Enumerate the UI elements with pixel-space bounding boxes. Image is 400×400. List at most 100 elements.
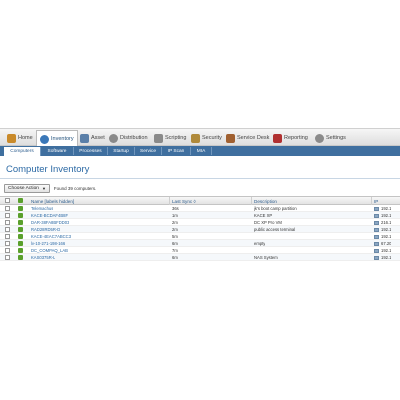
nav-label: Settings — [326, 135, 346, 141]
computer-icon — [18, 234, 23, 239]
row-checkbox[interactable] — [5, 248, 10, 253]
table-row[interactable]: KAS0375R-L 6m NAS System 192.1 — [0, 254, 400, 261]
network-icon — [374, 206, 379, 211]
table-row[interactable]: KACE-4EAC7ABCC3 5m 192.1 — [0, 233, 400, 240]
nav-asset[interactable]: Asset — [77, 130, 108, 146]
computer-icon — [18, 255, 23, 260]
network-icon — [374, 255, 379, 260]
row-checkbox[interactable] — [5, 227, 10, 232]
page-title: Computer Inventory — [6, 164, 90, 175]
description: jk's boot camp partition — [254, 206, 297, 211]
reporting-icon — [273, 133, 282, 143]
action-bar: Choose Action ▼ Found 39 computers. — [4, 184, 96, 193]
computer-header-icon — [18, 198, 23, 203]
ip-address: 192.1 — [381, 248, 392, 253]
tab-computers[interactable]: Computers — [4, 147, 41, 156]
ip-address: 216.1 — [381, 220, 392, 225]
ip-cell: 192.1 — [374, 212, 391, 219]
row-checkbox[interactable] — [5, 206, 10, 211]
column-header-last-sync[interactable]: Last Sync ◊ — [170, 197, 252, 205]
nav-settings[interactable]: Settings — [312, 130, 349, 146]
nav-reporting[interactable]: Reporting — [270, 130, 311, 146]
network-icon — [374, 227, 379, 232]
computer-name-link[interactable]: lv-10-271-198-166 — [31, 240, 65, 247]
ip-address: 192.1 — [381, 227, 392, 232]
column-header-name[interactable]: Name [labels hidden] — [29, 197, 170, 205]
nav-label: Distribution — [120, 135, 148, 141]
scripting-icon — [154, 133, 163, 143]
tab-service[interactable]: Service — [135, 147, 162, 155]
choose-action-label: Choose Action — [8, 186, 39, 191]
service-desk-icon — [226, 133, 235, 143]
table-row[interactable]: RAD28RD5R-D 2m public access terminal 19… — [0, 226, 400, 233]
column-header-ip[interactable]: IP — [372, 197, 400, 205]
tab-ip-scan[interactable]: IP Scan — [162, 147, 191, 155]
kace-app: Home Inventory Asset Distribution Script… — [0, 128, 400, 276]
nav-home[interactable]: Home — [4, 130, 36, 146]
description: NAS System — [254, 255, 278, 260]
ip-address: 67.20 — [381, 241, 392, 246]
table-row[interactable]: Telemachus 36s jk's boot camp partition … — [0, 205, 400, 212]
tab-software[interactable]: Software — [41, 147, 74, 155]
table-row[interactable]: DAR-38FA8BFDD03 2m DC XP Pro VM 216.1 — [0, 219, 400, 226]
computer-name-link[interactable]: KACE-BCDAF4B8F — [31, 212, 68, 219]
last-sync: 6m — [172, 241, 178, 246]
ip-cell: 192.1 — [374, 233, 391, 240]
ip-cell: 192.1 — [374, 205, 391, 212]
computer-icon — [18, 206, 23, 211]
description: DC XP Pro VM — [254, 220, 282, 225]
network-icon — [374, 213, 379, 218]
table-row[interactable]: lv-10-271-198-166 6m empty 67.20 — [0, 240, 400, 247]
last-sync: 1m — [172, 213, 178, 218]
row-checkbox[interactable] — [5, 213, 10, 218]
ip-address: 192.1 — [381, 255, 392, 260]
computer-icon — [18, 213, 23, 218]
row-checkbox[interactable] — [5, 241, 10, 246]
nav-label: Service Desk — [237, 135, 270, 141]
description: KACE XP — [254, 213, 273, 218]
select-all-checkbox[interactable] — [5, 198, 10, 203]
security-icon — [191, 133, 200, 143]
computer-name-link[interactable]: RAD28RD5R-D — [31, 226, 60, 233]
computer-name-link[interactable]: KAS0375R-L — [31, 254, 55, 261]
nav-inventory[interactable]: Inventory — [36, 130, 78, 147]
computer-name-link[interactable]: Telemachus — [31, 205, 53, 212]
ip-cell: 192.1 — [374, 226, 391, 233]
computer-name-link[interactable]: DAR-38FA8BFDD03 — [31, 219, 69, 226]
column-header-description[interactable]: Description — [252, 197, 372, 205]
nav-scripting[interactable]: Scripting — [151, 130, 189, 146]
distribution-icon — [109, 133, 118, 143]
row-checkbox[interactable] — [5, 220, 10, 225]
row-checkbox[interactable] — [5, 255, 10, 260]
nav-distribution[interactable]: Distribution — [106, 130, 151, 146]
row-checkbox[interactable] — [5, 234, 10, 239]
network-icon — [374, 241, 379, 246]
nav-service-desk[interactable]: Service Desk — [223, 130, 272, 146]
computer-icon — [18, 220, 23, 225]
description: empty — [254, 241, 266, 246]
table-row[interactable]: DC_COMPAQ_LAB 7m 192.1 — [0, 247, 400, 254]
sub-nav: Computers Software Processes Startup Ser… — [0, 146, 400, 156]
computer-name-link[interactable]: KACE-4EAC7ABCC3 — [31, 233, 71, 240]
chevron-down-icon: ▼ — [41, 186, 46, 191]
last-sync: 6m — [172, 255, 178, 260]
nav-label: Home — [18, 135, 33, 141]
tab-processes[interactable]: Processes — [74, 147, 108, 155]
home-icon — [7, 133, 16, 143]
asset-icon — [80, 133, 89, 143]
last-sync: 36s — [172, 206, 179, 211]
choose-action-select[interactable]: Choose Action ▼ — [4, 184, 50, 193]
ip-address: 192.1 — [381, 206, 392, 211]
computer-name-link[interactable]: DC_COMPAQ_LAB — [31, 247, 68, 254]
nav-security[interactable]: Security — [188, 130, 225, 146]
settings-icon — [315, 133, 324, 143]
last-sync: 7m — [172, 248, 178, 253]
tab-startup[interactable]: Startup — [108, 147, 135, 155]
tab-mia[interactable]: MIA — [191, 147, 212, 155]
network-icon — [374, 234, 379, 239]
nav-label: Reporting — [284, 135, 308, 141]
nav-label: Scripting — [165, 135, 187, 141]
table-row[interactable]: KACE-BCDAF4B8F 1m KACE XP 192.1 — [0, 212, 400, 219]
network-icon — [374, 220, 379, 225]
ip-address: 192.1 — [381, 213, 392, 218]
